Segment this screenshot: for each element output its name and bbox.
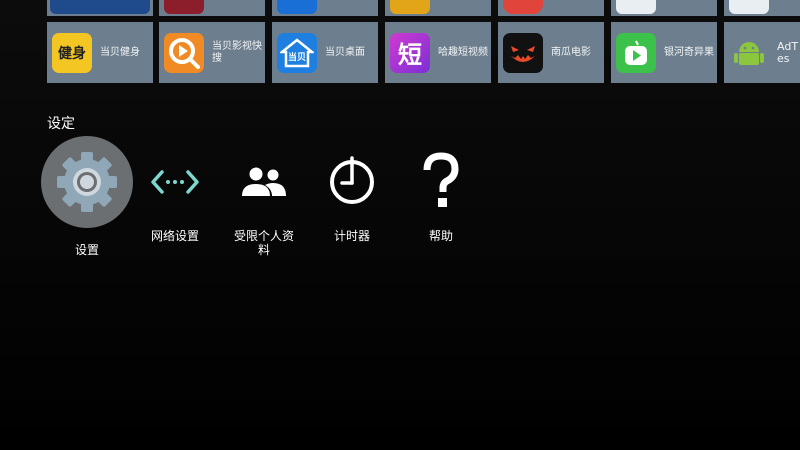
top-tile-6[interactable]	[611, 0, 717, 16]
app-icon	[729, 0, 769, 14]
pumpkin-icon	[503, 32, 543, 73]
app-icon	[390, 0, 430, 14]
timer-icon	[305, 135, 399, 229]
search-video-icon	[164, 32, 204, 73]
app-tile-label: 哈趣短视频	[438, 46, 488, 58]
app-icon	[164, 0, 204, 14]
top-app-row	[0, 0, 800, 16]
top-tile-7[interactable]	[724, 0, 800, 16]
app-icon	[503, 0, 543, 14]
app-tile-video-search[interactable]: 当贝影视快搜	[159, 22, 265, 83]
top-tile-2[interactable]	[159, 0, 265, 16]
settings-item-restricted-profile[interactable]: 受限个人资料	[217, 135, 311, 257]
kiwi-tv-icon	[616, 32, 656, 73]
app-icon	[50, 0, 150, 14]
top-tile-1[interactable]	[47, 0, 153, 16]
short-video-icon-text: 短	[398, 41, 422, 69]
settings-item-label: 帮助	[428, 229, 453, 243]
help-icon	[394, 135, 488, 229]
app-tile-short-video[interactable]: 短 哈趣短视频	[385, 22, 491, 83]
app-tile-dangbei-desktop[interactable]: 当贝 当贝桌面	[272, 22, 378, 83]
short-video-icon: 短	[390, 32, 430, 73]
app-tile-label: 南瓜电影	[551, 46, 591, 58]
settings-section-title: 设定	[47, 116, 75, 132]
app-tile-label: 当贝影视快搜	[212, 40, 262, 64]
fitness-icon-text: 健身	[58, 45, 86, 62]
home-desktop-icon: 当贝	[277, 32, 317, 73]
settings-item-label: 网络设置	[150, 229, 199, 243]
home-desktop-icon-text: 当贝	[287, 53, 306, 63]
app-row: 健身 当贝健身 当贝影视快搜 当贝 当贝桌面 短 哈趣短视频 南瓜电影 银河奇异…	[0, 22, 800, 83]
android-icon	[729, 33, 769, 73]
settings-item-network[interactable]: 网络设置	[128, 135, 222, 243]
app-icon	[277, 0, 317, 14]
fitness-icon: 健身	[52, 32, 92, 73]
app-tile-label: 银河奇异果	[664, 46, 714, 58]
top-tile-5[interactable]	[498, 0, 604, 16]
app-tile-kiwi-tv[interactable]: 银河奇异果	[611, 22, 717, 83]
settings-item-settings[interactable]: 设置	[40, 135, 134, 257]
users-icon	[217, 135, 311, 229]
settings-item-help[interactable]: 帮助	[394, 135, 488, 243]
app-tile-label: 当贝健身	[100, 46, 140, 58]
settings-item-label: 计时器	[333, 229, 370, 243]
app-tile-pumpkin-movie[interactable]: 南瓜电影	[498, 22, 604, 83]
settings-item-label: 受限个人资料	[233, 229, 294, 257]
app-tile-label: 当贝桌面	[325, 46, 365, 58]
app-tile-dangbei-fitness[interactable]: 健身 当贝健身	[47, 22, 153, 83]
gear-icon	[41, 136, 133, 228]
top-tile-4[interactable]	[385, 0, 491, 16]
app-tile-adtest[interactable]: AdTes	[724, 22, 800, 83]
network-arrows-icon	[128, 135, 222, 229]
top-tile-3[interactable]	[272, 0, 378, 16]
settings-item-label: 设置	[74, 243, 99, 257]
settings-item-timer[interactable]: 计时器	[305, 135, 399, 243]
app-icon	[616, 0, 656, 14]
app-tile-label: AdTes	[777, 39, 799, 65]
